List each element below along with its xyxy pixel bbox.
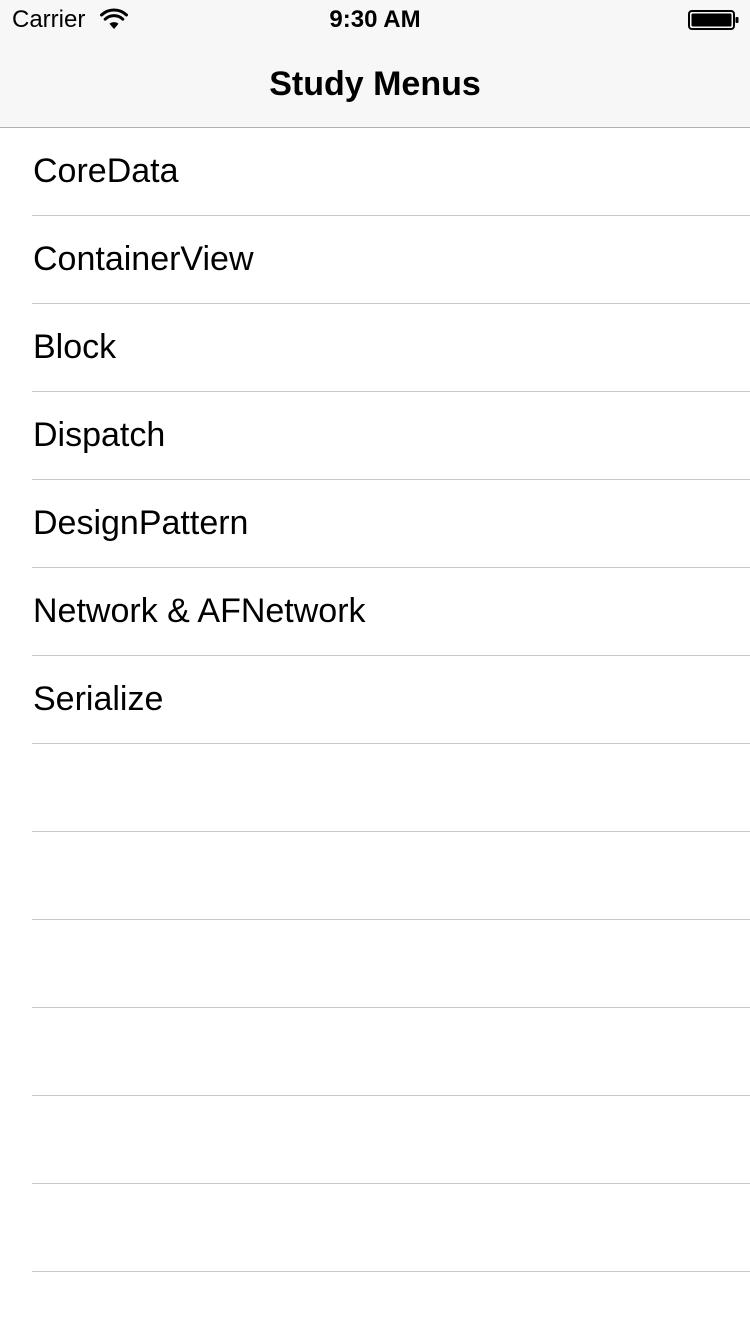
battery-icon (688, 10, 739, 30)
menu-row-label: Serialize (33, 680, 164, 718)
status-bar: Carrier 9:30 AM (0, 0, 750, 40)
status-time: 9:30 AM (329, 6, 421, 33)
navigation-header: Carrier 9:30 AM Study Menus (0, 0, 750, 128)
screen: Carrier 9:30 AM Study Menus CoreData Con… (0, 0, 750, 1334)
page-title: Study Menus (269, 65, 481, 103)
menu-row-serialize[interactable]: Serialize (0, 656, 750, 744)
empty-row (0, 744, 750, 832)
empty-row (0, 1096, 750, 1184)
empty-row (0, 1008, 750, 1096)
menu-list: CoreData ContainerView Block Dispatch De… (0, 128, 750, 1272)
menu-row-block[interactable]: Block (0, 304, 750, 392)
menu-row-label: CoreData (33, 152, 179, 190)
menu-row-containerview[interactable]: ContainerView (0, 216, 750, 304)
menu-row-label: Block (33, 328, 117, 366)
empty-row (0, 832, 750, 920)
menu-row-label: DesignPattern (33, 504, 249, 542)
menu-row-coredata[interactable]: CoreData (0, 128, 750, 216)
menu-row-network[interactable]: Network & AFNetwork (0, 568, 750, 656)
empty-row (0, 1184, 750, 1272)
menu-row-label: ContainerView (33, 240, 254, 278)
menu-row-designpattern[interactable]: DesignPattern (0, 480, 750, 568)
menu-row-label: Network & AFNetwork (33, 592, 366, 630)
menu-row-dispatch[interactable]: Dispatch (0, 392, 750, 480)
menu-row-label: Dispatch (33, 416, 166, 454)
empty-row (0, 920, 750, 1008)
